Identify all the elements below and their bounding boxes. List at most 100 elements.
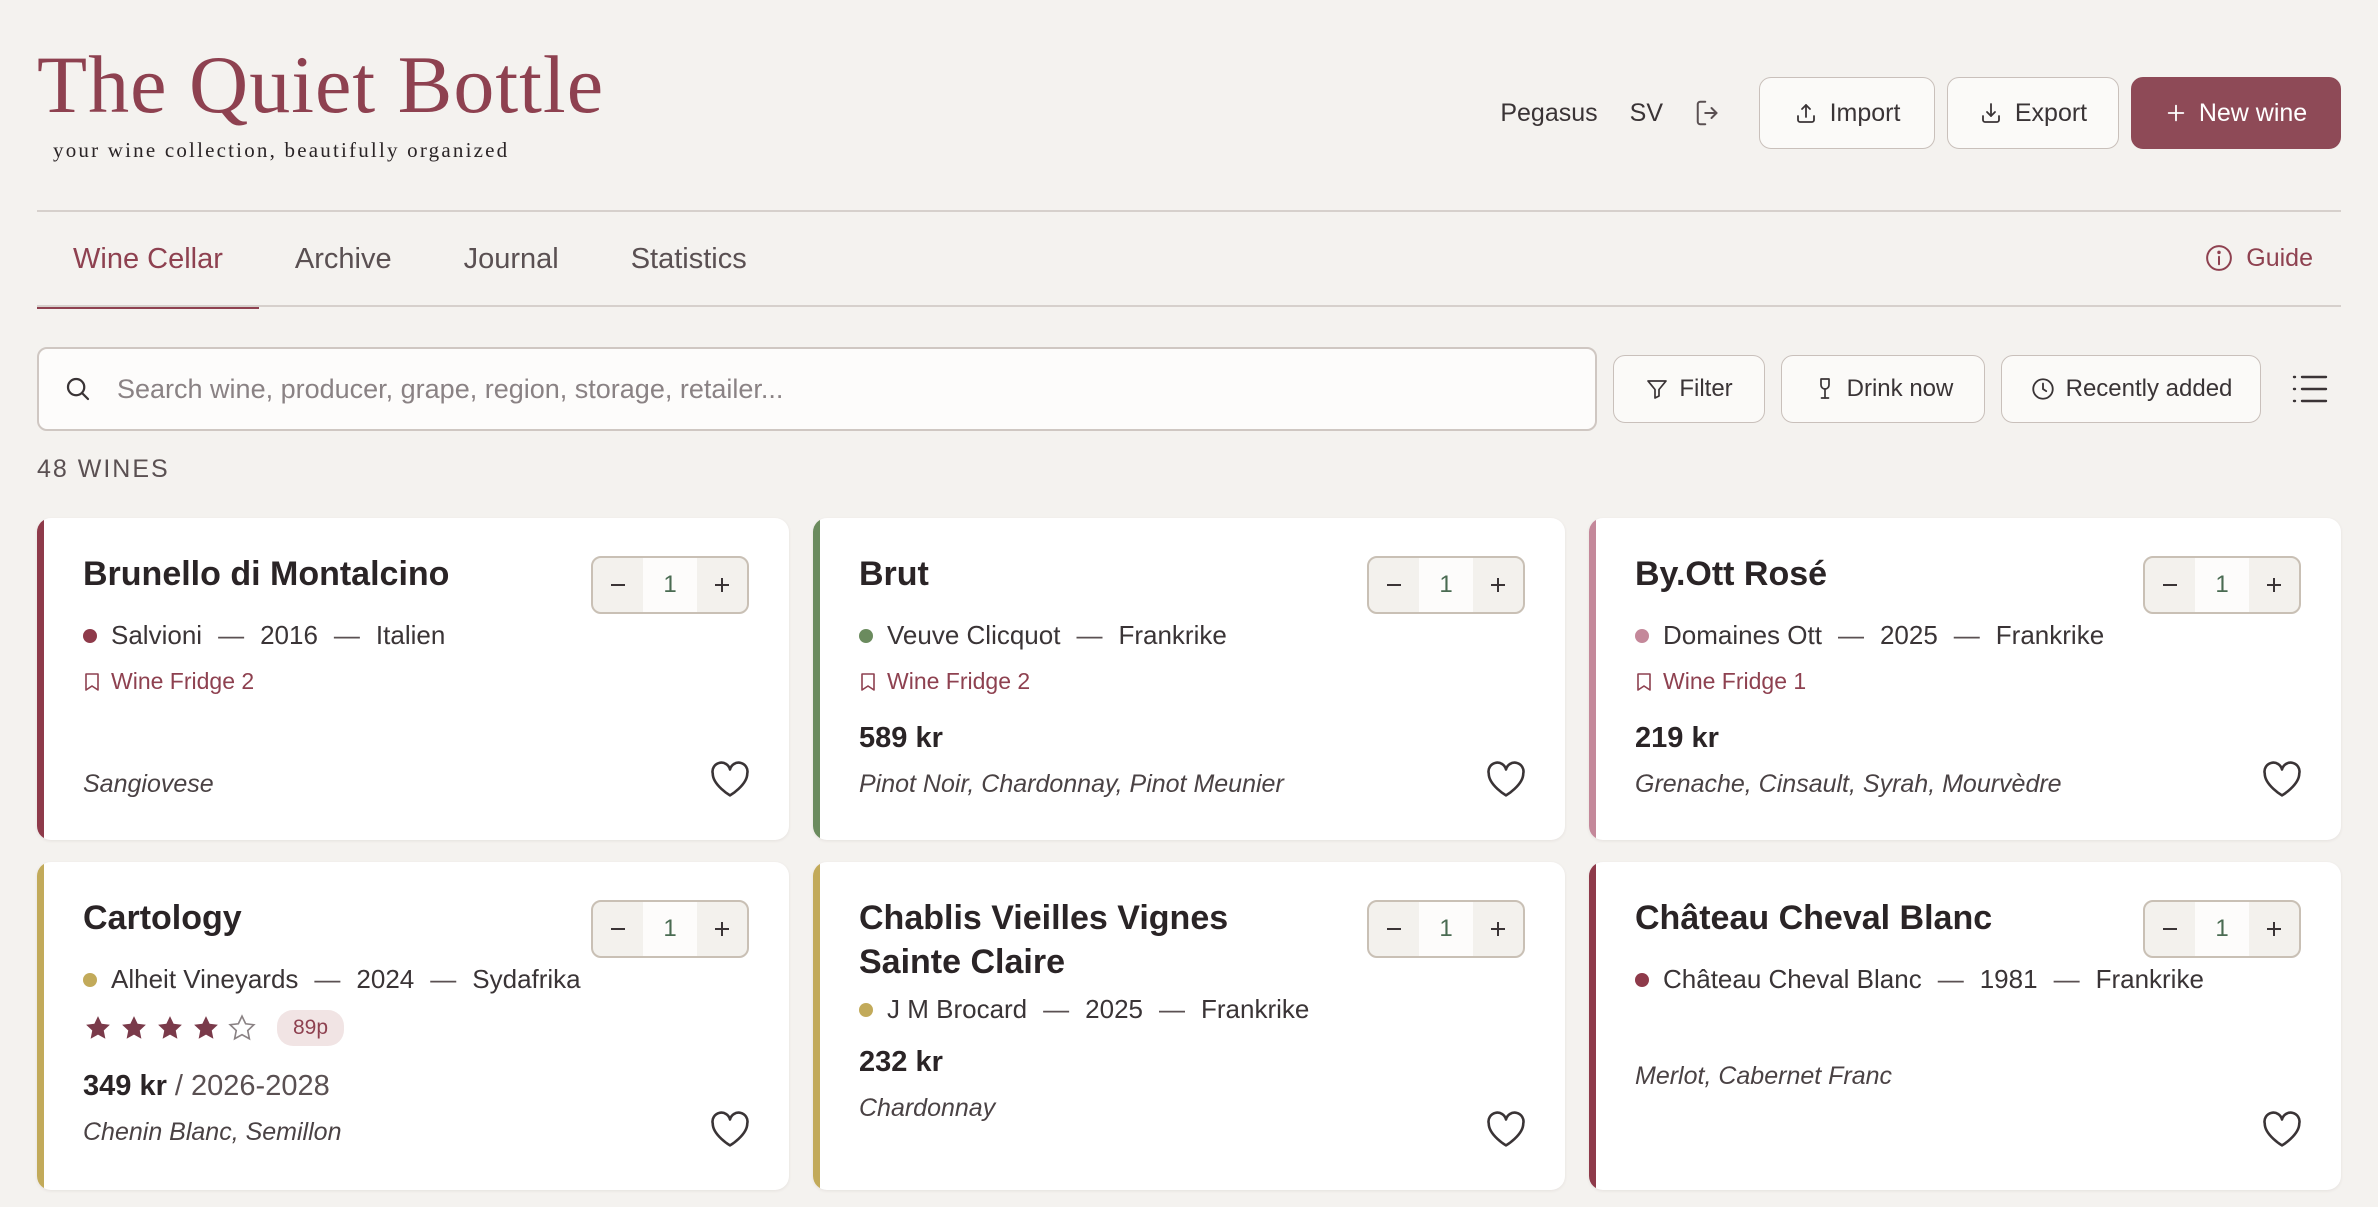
increment-button[interactable] (2249, 558, 2299, 612)
country: Frankrike (2095, 964, 2204, 994)
minus-icon (2163, 584, 2177, 586)
storage-location: Wine Fridge 2 (83, 668, 254, 695)
clock-icon (2031, 378, 2054, 400)
price-line: 349 kr / 2026-2028 (83, 1070, 330, 1103)
quantity-stepper: 1 (591, 900, 749, 958)
star-empty-icon (228, 1014, 256, 1041)
quantity-stepper: 1 (1367, 556, 1525, 614)
heart-icon[interactable] (1485, 1110, 1527, 1148)
grapes: Merlot, Cabernet Franc (1635, 1062, 1893, 1090)
export-button[interactable]: Export (1947, 77, 2119, 149)
quantity-value: 1 (2195, 558, 2249, 612)
type-accent (813, 518, 820, 840)
decrement-button[interactable] (1369, 558, 1419, 612)
plus-icon (715, 578, 729, 592)
star-filled-icon (194, 1016, 218, 1039)
guide-label: Guide (2246, 243, 2313, 272)
increment-button[interactable] (697, 902, 747, 956)
brand-title: The Quiet Bottle (37, 39, 605, 130)
country: Frankrike (1995, 620, 2105, 650)
plus-icon (2267, 578, 2281, 592)
producer: Domaines Ott (1663, 620, 1822, 650)
price: 232 kr (859, 1046, 943, 1078)
filter-icon (1647, 380, 1668, 399)
heart-icon[interactable] (709, 760, 751, 798)
import-label: Import (1829, 98, 1901, 127)
filter-button[interactable]: Filter (1613, 355, 1765, 423)
logout-icon[interactable] (1693, 97, 1725, 129)
star-filled-icon (122, 1016, 146, 1039)
wine-glass-icon (1819, 378, 1830, 399)
grapes: Pinot Noir, Chardonnay, Pinot Meunier (859, 770, 1284, 798)
heart-icon[interactable] (1485, 760, 1527, 798)
vintage: 2025 (1879, 620, 1938, 650)
list-view-icon[interactable] (2291, 372, 2329, 406)
decrement-button[interactable] (2145, 558, 2195, 612)
new-wine-button[interactable]: New wine (2131, 77, 2341, 149)
wine-card[interactable]: Brunello di Montalcino 1 Salvioni — 2016… (37, 518, 789, 840)
country: Sydafrika (472, 964, 581, 994)
heart-icon[interactable] (2261, 760, 2303, 798)
wine-name: By.Ott Rosé (1635, 555, 1828, 593)
info-icon (2206, 245, 2233, 271)
wine-name: Château Cheval Blanc (1635, 899, 1993, 937)
search-input[interactable] (117, 373, 1595, 405)
brand: The Quiet Bottle your wine collection, b… (37, 44, 604, 163)
quantity-value: 1 (1419, 558, 1473, 612)
drink-now-button[interactable]: Drink now (1781, 355, 1985, 423)
grapes: Chenin Blanc, Semillon (83, 1118, 342, 1146)
quantity-value: 1 (643, 558, 697, 612)
decrement-button[interactable] (593, 558, 643, 612)
heart-icon[interactable] (709, 1110, 751, 1148)
price: 589 kr (859, 722, 943, 754)
quantity-stepper: 1 (591, 556, 749, 614)
filter-label: Filter (1679, 375, 1733, 402)
quantity-stepper: 1 (1367, 900, 1525, 958)
decrement-button[interactable] (593, 902, 643, 956)
recently-added-button[interactable]: Recently added (2001, 355, 2261, 423)
storage-label: Wine Fridge 2 (887, 668, 1031, 694)
increment-button[interactable] (2249, 902, 2299, 956)
bookmark-icon (861, 672, 875, 691)
wine-card[interactable]: Brut 1 Veuve Clicquot — Frankrike Wine F… (813, 518, 1565, 840)
wine-meta: Château Cheval Blanc — 1981 — Frankrike (1635, 964, 2204, 995)
wine-card[interactable]: Chablis Vieilles Vignes Sainte Claire 1 … (813, 862, 1565, 1190)
header-actions: Pegasus SV Import Export New wine (1500, 77, 2341, 149)
price: 349 kr (83, 1070, 167, 1102)
type-dot (1635, 628, 1649, 643)
heart-icon[interactable] (2261, 1110, 2303, 1148)
storage-label: Wine Fridge 1 (1663, 668, 1807, 694)
plus-icon (2167, 104, 2185, 122)
storage-location: Wine Fridge 1 (1635, 668, 1806, 695)
wine-card[interactable]: By.Ott Rosé 1 Domaines Ott — 2025 — Fran… (1589, 518, 2341, 840)
quantity-value: 1 (1419, 902, 1473, 956)
country: Frankrike (1118, 620, 1227, 650)
storage-label: Wine Fridge 2 (111, 668, 255, 694)
language-toggle[interactable]: SV (1630, 99, 1663, 128)
decrement-button[interactable] (2145, 902, 2195, 956)
tab-wine-cellar[interactable]: Wine Cellar (37, 212, 259, 309)
increment-button[interactable] (1473, 558, 1523, 612)
bookmark-icon (1637, 672, 1651, 691)
type-accent (813, 862, 820, 1190)
quantity-stepper: 1 (2143, 900, 2301, 958)
storage-location: Wine Fridge 2 (859, 668, 1030, 695)
import-button[interactable]: Import (1759, 77, 1935, 149)
quantity-value: 1 (2195, 902, 2249, 956)
increment-button[interactable] (1473, 902, 1523, 956)
new-wine-label: New wine (2198, 98, 2308, 127)
decrement-button[interactable] (1369, 902, 1419, 956)
plus-icon (1491, 922, 1505, 936)
tab-statistics[interactable]: Statistics (595, 212, 783, 307)
increment-button[interactable] (697, 558, 747, 612)
download-icon (1981, 103, 2000, 123)
type-accent (37, 518, 44, 840)
tab-journal[interactable]: Journal (428, 212, 595, 307)
guide-link[interactable]: Guide (2204, 238, 2313, 278)
tab-archive[interactable]: Archive (259, 212, 428, 307)
vintage: 1981 (1979, 964, 2038, 994)
wine-card[interactable]: Château Cheval Blanc 1 Château Cheval Bl… (1589, 862, 2341, 1190)
vintage: 2025 (1085, 994, 1143, 1024)
wine-card[interactable]: Cartology 1 Alheit Vineyards — 2024 — Sy… (37, 862, 789, 1190)
user-name[interactable]: Pegasus (1500, 99, 1597, 128)
